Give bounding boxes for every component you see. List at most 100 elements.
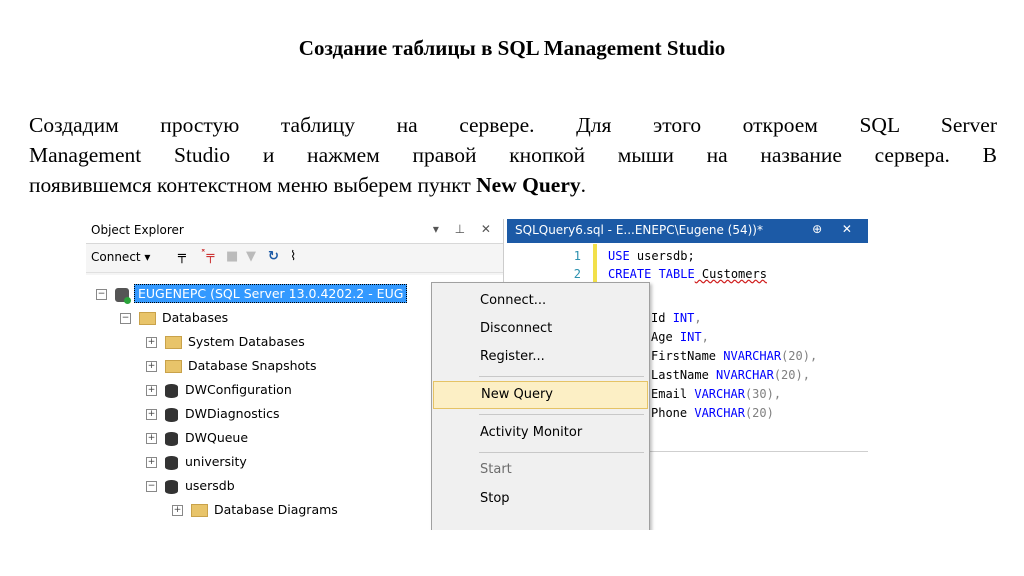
column-size: (20) bbox=[781, 349, 810, 363]
expand-toggle-icon[interactable]: + bbox=[146, 385, 157, 396]
menu-item-disconnect[interactable]: Disconnect bbox=[433, 316, 646, 342]
disconnect-plug-icon[interactable]: ˟╤ bbox=[200, 249, 214, 264]
context-menu: Connect... Disconnect Register... New Qu… bbox=[431, 282, 650, 530]
folder-icon bbox=[191, 504, 208, 517]
column-name: LastName bbox=[651, 368, 709, 382]
tree-node-university[interactable]: + university bbox=[146, 454, 247, 476]
code-punct: , bbox=[701, 330, 709, 344]
menu-item-stop[interactable]: Stop bbox=[433, 486, 646, 512]
code-line-2: CREATE TABLE Customers bbox=[608, 267, 767, 281]
tree-node-usersdb[interactable]: − usersdb bbox=[146, 478, 235, 500]
filter-icon[interactable]: ▼ bbox=[246, 249, 256, 264]
tree-node-database-diagrams[interactable]: + Database Diagrams bbox=[172, 502, 338, 524]
column-name: Id bbox=[651, 311, 666, 325]
keyword-create-table: CREATE TABLE bbox=[608, 267, 695, 281]
tree-node-dwconfiguration[interactable]: + DWConfiguration bbox=[146, 382, 292, 404]
menu-item-label: Disconnect bbox=[480, 321, 553, 336]
code-text: usersdb; bbox=[629, 249, 695, 263]
tree-node-label: DWQueue bbox=[185, 430, 249, 445]
refresh-icon[interactable]: ↻ bbox=[268, 249, 279, 264]
column-def-phone: Phone VARCHAR(20) bbox=[651, 406, 774, 420]
database-icon bbox=[165, 479, 178, 494]
menu-item-start[interactable]: Start bbox=[433, 457, 646, 483]
keyword-use: USE bbox=[608, 249, 630, 263]
collapse-toggle-icon[interactable]: − bbox=[146, 481, 157, 492]
object-explorer-header: Object Explorer ▾ ⊥ ✕ bbox=[86, 219, 503, 244]
column-size: (20) bbox=[744, 406, 774, 420]
expand-toggle-icon[interactable]: + bbox=[146, 433, 157, 444]
server-node-label[interactable]: EUGENEPC (SQL Server 13.0.4202.2 - EUG bbox=[134, 284, 408, 303]
expand-toggle-icon[interactable]: + bbox=[146, 457, 157, 468]
tree-node-databases[interactable]: − Databases bbox=[120, 310, 228, 332]
tree-node-database-snapshots[interactable]: + Database Snapshots bbox=[146, 358, 317, 380]
menu-item-label: Start bbox=[480, 462, 512, 477]
column-def-firstname: FirstName NVARCHAR(20), bbox=[651, 349, 817, 363]
database-icon bbox=[165, 455, 178, 470]
code-line-1: USE usersdb; bbox=[608, 249, 695, 263]
expand-toggle-icon[interactable]: + bbox=[146, 361, 157, 372]
expand-toggle-icon[interactable]: + bbox=[146, 337, 157, 348]
tree-node-label: System Databases bbox=[188, 334, 305, 349]
column-name: FirstName bbox=[651, 349, 717, 363]
database-icon bbox=[165, 383, 178, 398]
tree-node-label: usersdb bbox=[185, 478, 235, 493]
table-name: Customers bbox=[694, 267, 767, 281]
object-explorer-title: Object Explorer bbox=[91, 223, 184, 237]
tree-node-label: DWConfiguration bbox=[185, 382, 292, 397]
menu-item-label: Register... bbox=[480, 349, 545, 364]
tree-node-label: Database Diagrams bbox=[214, 502, 338, 517]
tree-node-label: DWDiagnostics bbox=[185, 406, 280, 421]
column-name: Email bbox=[651, 387, 688, 401]
tab-pin-close-icon[interactable]: ⊕ ✕ bbox=[812, 222, 860, 236]
database-icon bbox=[165, 407, 178, 422]
tree-node-label: Database Snapshots bbox=[188, 358, 317, 373]
menu-item-new-query[interactable]: New Query bbox=[433, 381, 648, 409]
column-size: (20) bbox=[773, 368, 803, 382]
folder-icon bbox=[139, 312, 156, 325]
column-name: Phone bbox=[651, 406, 688, 420]
object-explorer-toolbar: Connect ▾ ╤ ˟╤ ■ ▼ ↻ ⌇ bbox=[86, 244, 503, 273]
slide-title: Создание таблицы в SQL Management Studio bbox=[298, 36, 726, 60]
server-icon bbox=[115, 287, 131, 304]
stop-icon[interactable]: ■ bbox=[226, 249, 238, 264]
column-def-age: Age INT, bbox=[651, 330, 709, 344]
collapse-toggle-icon[interactable]: − bbox=[96, 289, 107, 300]
connect-plug-icon[interactable]: ╤ bbox=[178, 249, 186, 264]
tree-node-dwdiagnostics[interactable]: + DWDiagnostics bbox=[146, 406, 280, 428]
column-type: INT bbox=[679, 330, 702, 344]
tree-node-server[interactable]: − EUGENEPC (SQL Server 13.0.4202.2 - EUG bbox=[96, 284, 408, 308]
menu-separator bbox=[479, 414, 644, 415]
activity-monitor-icon[interactable]: ⌇ bbox=[290, 249, 296, 264]
line-number: 2 bbox=[573, 267, 581, 281]
menu-separator bbox=[479, 376, 644, 377]
column-size: (30) bbox=[744, 387, 774, 401]
paragraph-period: . bbox=[580, 173, 587, 197]
column-type: NVARCHAR bbox=[723, 349, 782, 363]
panel-window-controls-icon[interactable]: ▾ ⊥ ✕ bbox=[433, 222, 497, 236]
menu-item-connect[interactable]: Connect... bbox=[433, 288, 646, 314]
column-def-id: Id INT, bbox=[651, 311, 702, 325]
tree-node-dwqueue[interactable]: + DWQueue bbox=[146, 430, 248, 452]
change-marker bbox=[593, 244, 597, 284]
column-type: INT bbox=[672, 311, 695, 325]
query-editor-tab[interactable]: SQLQuery6.sql - E...ENEPC\Eugene (54))* … bbox=[507, 219, 868, 243]
database-icon bbox=[165, 431, 178, 446]
column-name: Age bbox=[651, 330, 673, 344]
paragraph-line-2: Management Studio и нажмем правой кнопко… bbox=[29, 143, 997, 167]
menu-item-label: Stop bbox=[480, 491, 510, 506]
menu-item-register[interactable]: Register... bbox=[433, 344, 646, 370]
menu-item-label: New Query bbox=[481, 387, 553, 402]
tree-node-system-databases[interactable]: + System Databases bbox=[146, 334, 305, 356]
menu-item-activity-monitor[interactable]: Activity Monitor bbox=[433, 420, 646, 446]
connect-dropdown-button[interactable]: Connect ▾ bbox=[91, 250, 150, 264]
code-punct: , bbox=[802, 368, 810, 382]
paragraph-bold-new-query: New Query bbox=[476, 173, 581, 197]
collapse-toggle-icon[interactable]: − bbox=[120, 313, 131, 324]
code-punct: , bbox=[694, 311, 702, 325]
menu-item-label: Activity Monitor bbox=[480, 425, 583, 440]
column-type: VARCHAR bbox=[694, 387, 745, 401]
expand-toggle-icon[interactable]: + bbox=[146, 409, 157, 420]
query-tab-title: SQLQuery6.sql - E...ENEPC\Eugene (54))* bbox=[515, 223, 763, 237]
column-def-email: Email VARCHAR(30), bbox=[651, 387, 781, 401]
expand-toggle-icon[interactable]: + bbox=[172, 505, 183, 516]
